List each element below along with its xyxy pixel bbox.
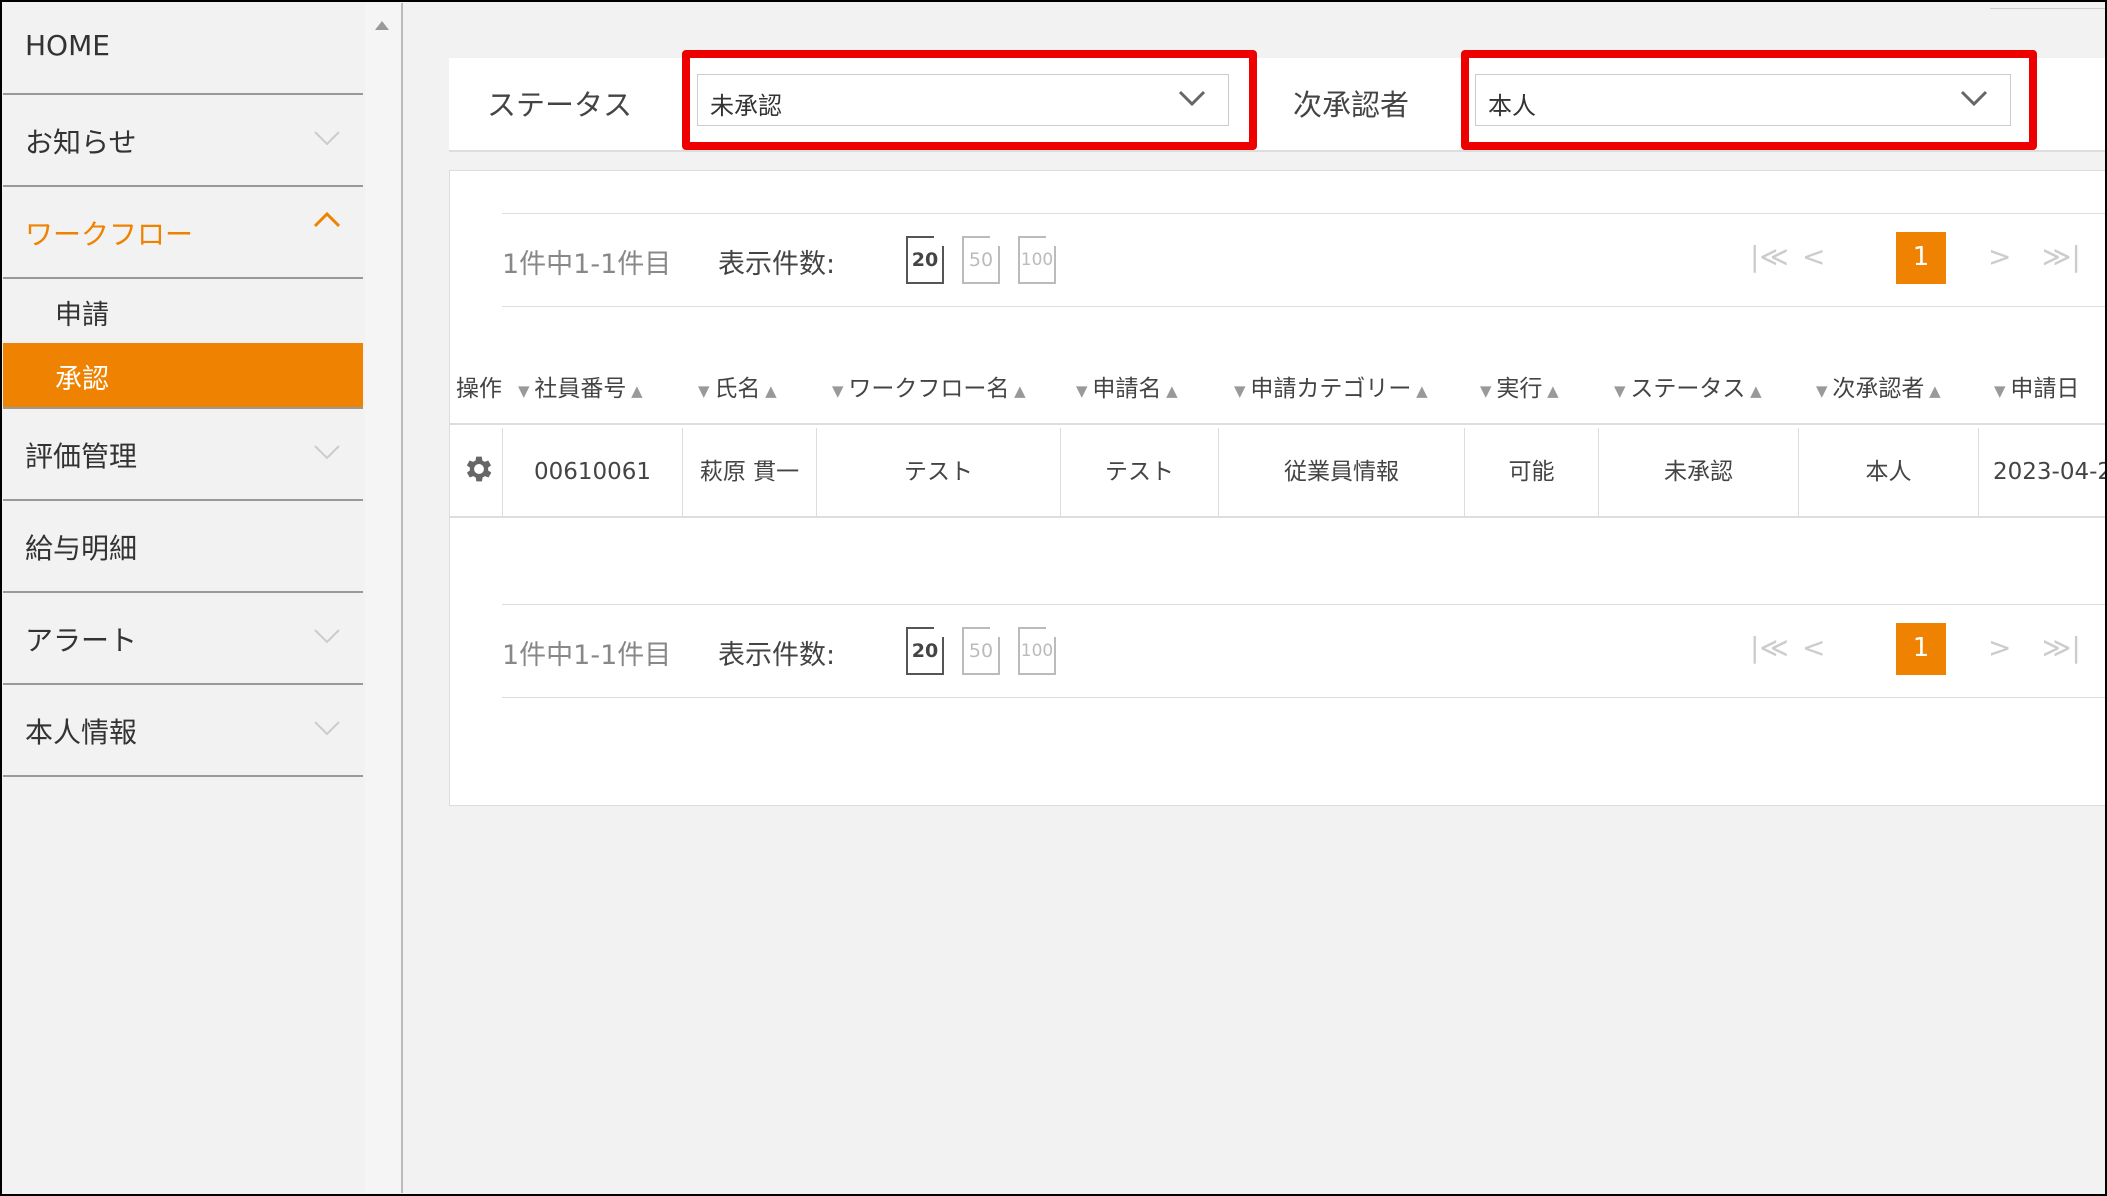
pager-bottom: 1件中1-1件目 表示件数: 20 50 100 |≪ < 1 > ≫| — [502, 604, 2107, 698]
per-page-100-button[interactable]: 100 — [1018, 627, 1056, 675]
sidebar-item-label: お知らせ — [25, 126, 137, 159]
cell-status: 未承認 — [1599, 428, 1799, 516]
chevron-down-icon — [313, 719, 340, 739]
sidebar-item-news[interactable]: お知らせ — [3, 95, 363, 187]
col-header-emp-no[interactable]: ▼ 社員番号 ▲ — [518, 369, 643, 403]
workflow-submenu: 申請 承認 — [3, 279, 363, 409]
sidebar-item-profile[interactable]: 本人情報 — [3, 685, 363, 777]
col-header-status[interactable]: ▼ ステータス ▲ — [1614, 369, 1762, 403]
chevron-down-icon — [1178, 89, 1206, 111]
per-page-100-button[interactable]: 100 — [1018, 236, 1056, 284]
top-edge-line — [1990, 0, 2107, 9]
chevron-down-icon — [313, 627, 340, 647]
sidebar-item-workflow[interactable]: ワークフロー — [3, 187, 363, 279]
cell-name: 萩原 貫一 — [683, 428, 817, 516]
submenu-item-label: 申請 — [55, 300, 109, 331]
row-action-cell — [450, 428, 503, 516]
per-page-50-button[interactable]: 50 — [962, 236, 1000, 284]
cell-app-name: テスト — [1061, 428, 1219, 516]
results-panel: 1件中1-1件目 表示件数: 20 50 100 |≪ < 1 > ≫| 操作 … — [449, 170, 2107, 806]
pager-top: 1件中1-1件目 表示件数: 20 50 100 |≪ < 1 > ≫| — [502, 213, 2107, 307]
last-page-button[interactable]: ≫| — [2042, 240, 2081, 273]
cell-workflow: テスト — [817, 428, 1061, 516]
sidebar-item-label: 本人情報 — [25, 716, 138, 749]
col-header-name[interactable]: ▼ 氏名 ▲ — [698, 369, 777, 403]
sidebar-item-alert[interactable]: アラート — [3, 593, 363, 685]
cell-exec: 可能 — [1465, 428, 1599, 516]
col-header-workflow[interactable]: ▼ ワークフロー名 ▲ — [832, 369, 1026, 403]
prev-page-button[interactable]: < — [1802, 240, 1825, 273]
status-select[interactable]: 未承認 — [697, 74, 1229, 126]
table-row: 00610061 萩原 貫一 テスト テスト 従業員情報 可能 未承認 本人 2… — [450, 428, 2107, 518]
table-header: 操作 ▼ 社員番号 ▲ ▼ 氏名 ▲ ▼ ワークフロー名 ▲ ▼ 申請名 ▲ ▼… — [450, 343, 2107, 425]
chevron-down-icon — [1960, 89, 1988, 111]
next-page-button[interactable]: > — [1988, 240, 2011, 273]
sidebar: HOME お知らせ ワークフロー 申請 承認 評価管理 給与明細 アラート 本人… — [3, 3, 363, 1193]
approver-select[interactable]: 本人 — [1475, 74, 2011, 126]
col-header-date[interactable]: ▼ 申請日 — [1994, 369, 2079, 403]
approver-filter-label: 次承認者 — [1293, 88, 1410, 122]
current-page-button[interactable]: 1 — [1896, 623, 1946, 675]
per-page-20-button[interactable]: 20 — [906, 627, 944, 675]
per-page-20-button[interactable]: 20 — [906, 236, 944, 284]
sidebar-item-payslip[interactable]: 給与明細 — [3, 501, 363, 593]
sidebar-item-label: 評価管理 — [25, 440, 138, 473]
per-page-label: 表示件数: — [718, 249, 836, 280]
cell-emp-no: 00610061 — [503, 428, 683, 516]
col-header-exec[interactable]: ▼ 実行 ▲ — [1480, 369, 1559, 403]
chevron-up-icon — [313, 211, 341, 231]
sidebar-item-home[interactable]: HOME — [3, 3, 363, 95]
col-header-next-approver[interactable]: ▼ 次承認者 ▲ — [1816, 369, 1941, 403]
approver-select-value: 本人 — [1488, 92, 1536, 120]
sidebar-item-label: HOME — [25, 29, 110, 62]
per-page-50-button[interactable]: 50 — [962, 627, 1000, 675]
per-page-label: 表示件数: — [718, 640, 836, 671]
col-header-app-name[interactable]: ▼ 申請名 ▲ — [1076, 369, 1178, 403]
chevron-down-icon — [313, 129, 340, 149]
first-page-button[interactable]: |≪ — [1750, 240, 1789, 273]
scroll-up-arrow-icon[interactable] — [375, 21, 389, 30]
sidebar-item-evaluation[interactable]: 評価管理 — [3, 409, 363, 501]
current-page-button[interactable]: 1 — [1896, 232, 1946, 284]
status-filter-label: ステータス — [487, 88, 633, 122]
cell-category: 従業員情報 — [1219, 428, 1465, 516]
sidebar-scrollbar[interactable] — [365, 3, 403, 1193]
prev-page-button[interactable]: < — [1802, 631, 1825, 664]
chevron-down-icon — [313, 443, 340, 463]
last-page-button[interactable]: ≫| — [2042, 631, 2081, 664]
filter-bar: ステータス 未承認 次承認者 本人 — [449, 58, 2107, 152]
sidebar-item-label: アラート — [25, 624, 138, 657]
status-select-value: 未承認 — [710, 92, 782, 120]
gear-icon[interactable] — [462, 452, 496, 486]
submenu-item-label: 承認 — [55, 364, 109, 395]
sidebar-item-label: ワークフロー — [25, 218, 194, 251]
result-count: 1件中1-1件目 — [502, 249, 672, 280]
result-count: 1件中1-1件目 — [502, 640, 672, 671]
sidebar-item-label: 給与明細 — [25, 532, 138, 565]
next-page-button[interactable]: > — [1988, 631, 2011, 664]
submenu-item-apply[interactable]: 申請 — [3, 279, 363, 343]
submenu-item-approve[interactable]: 承認 — [3, 343, 363, 407]
cell-date: 2023-04-2 — [1993, 459, 2107, 485]
col-header-action: 操作 — [456, 376, 502, 402]
cell-next-approver: 本人 — [1799, 428, 1979, 516]
first-page-button[interactable]: |≪ — [1750, 631, 1789, 664]
col-header-category[interactable]: ▼ 申請カテゴリー ▲ — [1234, 369, 1428, 403]
